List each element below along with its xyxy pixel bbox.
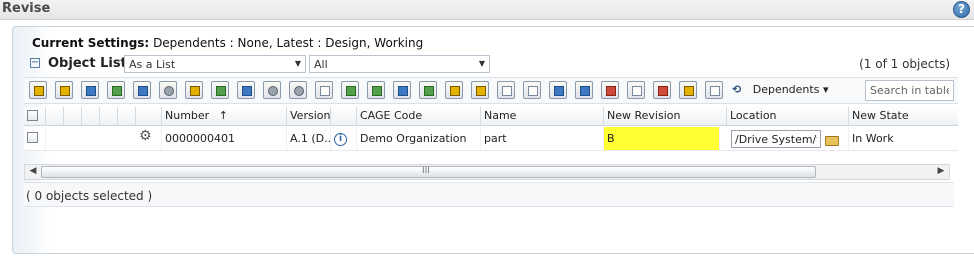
sort-icon[interactable] bbox=[575, 81, 593, 99]
search-input[interactable] bbox=[865, 80, 954, 101]
reset-icon[interactable] bbox=[419, 81, 437, 99]
columns-icon[interactable] bbox=[497, 81, 515, 99]
filter-select[interactable]: All ▼ bbox=[309, 55, 490, 73]
location-cell bbox=[727, 127, 849, 150]
number-cell: 0000000401 bbox=[162, 127, 287, 150]
move-icon[interactable] bbox=[237, 81, 255, 99]
new-revision-cell[interactable]: B bbox=[604, 127, 720, 150]
column-header-cage-code[interactable]: CAGE Code bbox=[357, 107, 481, 125]
current-settings: Current Settings: Dependents : None, Lat… bbox=[32, 36, 423, 50]
column-header-new-revision[interactable]: New Revision bbox=[604, 107, 727, 125]
scroll-right-icon[interactable]: ▶ bbox=[935, 166, 947, 176]
folder-icon[interactable] bbox=[679, 81, 697, 99]
collect-icon[interactable] bbox=[133, 81, 151, 99]
remove-icon[interactable] bbox=[601, 81, 619, 99]
dependents-button[interactable]: ⟲ Dependents ▾ bbox=[732, 83, 828, 99]
info-icon[interactable]: i bbox=[334, 133, 347, 146]
dependents-label: Dependents bbox=[752, 83, 820, 96]
filter-select-value: All bbox=[314, 58, 328, 71]
title-bar: Revise ? bbox=[0, 0, 974, 20]
row-checkbox[interactable] bbox=[27, 132, 38, 143]
window-title: Revise bbox=[2, 1, 51, 16]
settings-label: Current Settings: bbox=[32, 36, 150, 50]
refresh-arrows-icon: ⟲ bbox=[732, 83, 742, 96]
structure-icon[interactable] bbox=[211, 81, 229, 99]
arrange-icon[interactable] bbox=[549, 81, 567, 99]
column-header-number[interactable]: Number ↑ bbox=[162, 107, 287, 125]
table-header: Number ↑ Version CAGE Code Name New Revi… bbox=[24, 107, 958, 126]
object-count: (1 of 1 objects) bbox=[859, 57, 950, 71]
selection-status: ( 0 objects selected ) bbox=[24, 182, 954, 207]
filter-icon[interactable] bbox=[471, 81, 489, 99]
column-header-new-state[interactable]: New State bbox=[849, 107, 958, 125]
add-object-icon[interactable] bbox=[55, 81, 73, 99]
clear-icon[interactable] bbox=[627, 81, 645, 99]
column-header-location[interactable]: Location bbox=[727, 107, 849, 125]
scrollbar-thumb[interactable]: III bbox=[41, 166, 816, 178]
object-table: Number ↑ Version CAGE Code Name New Revi… bbox=[24, 107, 958, 163]
collapse-icon[interactable]: − bbox=[30, 58, 40, 68]
header-spacer bbox=[136, 107, 162, 125]
header-spacer bbox=[331, 107, 357, 125]
check-icon[interactable] bbox=[523, 81, 541, 99]
name-cell: part bbox=[481, 127, 604, 150]
select-icon[interactable] bbox=[159, 81, 177, 99]
horizontal-scrollbar[interactable]: ◀ III ▶ bbox=[24, 164, 950, 180]
edit-icon[interactable] bbox=[393, 81, 411, 99]
header-spacer bbox=[82, 107, 100, 125]
help-button[interactable]: ? bbox=[953, 1, 970, 18]
caret-down-icon: ▾ bbox=[822, 83, 829, 96]
chevron-down-icon: ▼ bbox=[294, 59, 301, 68]
location-input[interactable] bbox=[731, 130, 821, 148]
settings-value: Dependents : None, Latest : Design, Work… bbox=[153, 36, 424, 50]
row-action-cell: ⚙ bbox=[136, 127, 162, 150]
settings-icon[interactable] bbox=[29, 81, 47, 99]
expand-icon[interactable] bbox=[107, 81, 125, 99]
header-spacer bbox=[64, 107, 82, 125]
gear-icon[interactable]: ⚙ bbox=[139, 129, 152, 143]
info-cell: i bbox=[331, 127, 357, 150]
column-header-name[interactable]: Name bbox=[481, 107, 604, 125]
options-icon[interactable] bbox=[289, 81, 307, 99]
header-spacer bbox=[118, 107, 136, 125]
new-state-cell: In Work bbox=[852, 132, 894, 145]
add-row-icon[interactable] bbox=[445, 81, 463, 99]
folder-browse-icon[interactable] bbox=[825, 136, 839, 146]
object-list-title: Object List bbox=[48, 56, 127, 71]
cage-code-cell: Demo Organization bbox=[357, 127, 481, 150]
select-all-cell bbox=[24, 107, 46, 125]
header-spacer bbox=[46, 107, 64, 125]
refresh-icon[interactable] bbox=[263, 81, 281, 99]
add-dependents-icon[interactable] bbox=[81, 81, 99, 99]
delete-icon[interactable] bbox=[653, 81, 671, 99]
version-cell: A.1 (D... bbox=[287, 127, 331, 150]
table-row[interactable]: ⚙ 0000000401 A.1 (D... i Demo Organizati… bbox=[24, 127, 958, 151]
scroll-left-icon[interactable]: ◀ bbox=[27, 166, 39, 176]
paste-icon[interactable] bbox=[341, 81, 359, 99]
select-all-checkbox[interactable] bbox=[27, 110, 38, 121]
scrollbar-grip: III bbox=[422, 166, 430, 176]
set-location-icon[interactable] bbox=[367, 81, 385, 99]
view-select-value: As a List bbox=[129, 58, 176, 71]
header-spacer bbox=[100, 107, 118, 125]
copy-icon[interactable] bbox=[315, 81, 333, 99]
sort-arrow-icon: ↑ bbox=[218, 109, 228, 122]
insert-icon[interactable] bbox=[185, 81, 203, 99]
view-select[interactable]: As a List ▼ bbox=[124, 55, 306, 73]
row-select-cell bbox=[24, 127, 46, 150]
chevron-down-icon: ▼ bbox=[478, 59, 485, 68]
column-label: Number bbox=[165, 109, 210, 122]
column-header-version[interactable]: Version bbox=[287, 107, 331, 125]
approve-icon[interactable] bbox=[705, 81, 723, 99]
